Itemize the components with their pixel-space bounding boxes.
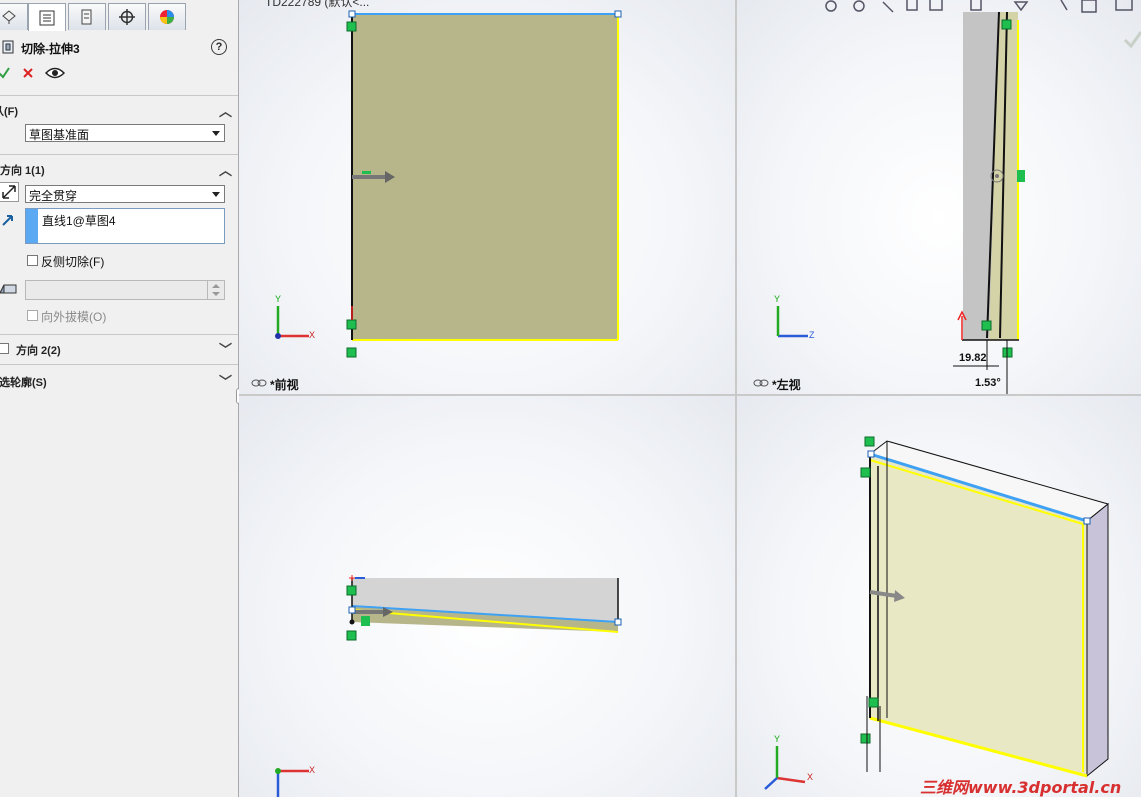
propertymanager-tab[interactable] [28, 3, 66, 31]
axis-x-label: X [309, 330, 316, 340]
axis-y-label: Y [275, 294, 282, 304]
draft-icon [0, 284, 17, 294]
link-views-icon[interactable] [753, 378, 769, 388]
draft-outward-checkbox[interactable] [27, 310, 38, 321]
expand-caret-icon[interactable]: ﹀ [219, 371, 232, 390]
selected-contours-label: 所选轮廓(S) [0, 377, 47, 389]
isometric-viewport[interactable]: X Y 三维网www.3dportal.cn [737, 396, 1141, 797]
end-condition-select[interactable]: 完全贯穿 [25, 185, 225, 203]
axis-x-label: X [309, 765, 316, 775]
feature-title-row: 切除-拉伸3 ? [0, 38, 238, 58]
spin-arrows-icon [212, 284, 220, 296]
dimension-angle[interactable]: 1.53° [975, 377, 1001, 389]
display-manager-tab[interactable] [148, 3, 186, 30]
divider [0, 364, 238, 365]
extrude-cut-icon [2, 40, 14, 54]
expand-caret-icon[interactable]: ﹀ [219, 339, 232, 358]
reverse-direction-button[interactable] [0, 182, 19, 202]
left-viewport[interactable]: 19.82 1.53° Z Y *左视 [737, 0, 1141, 394]
draft-angle-input[interactable] [25, 280, 225, 300]
start-condition-select[interactable]: 草图基准面 [25, 124, 225, 142]
color-wheel-icon [160, 10, 174, 24]
selected-contours-section-header[interactable]: 所选轮廓(S) ﹀ [0, 372, 238, 390]
direction2-section-header[interactable]: 方向 2(2) ﹀ [0, 340, 238, 358]
graphics-area[interactable]: TD222789 (默认<... X Y *前视 19.82 1.53° Z Y… [239, 0, 1141, 797]
help-icon[interactable]: ? [211, 39, 227, 55]
preview-eye-icon[interactable] [45, 66, 65, 80]
ok-checkmark-icon[interactable] [0, 66, 10, 80]
property-list-icon [39, 10, 55, 25]
feature-title: 切除-拉伸3 [21, 42, 80, 56]
front-viewport[interactable]: TD222789 (默认<... X Y *前视 [239, 0, 735, 394]
divider [0, 95, 238, 96]
axis-y-label: Y [774, 294, 781, 304]
reverse-direction-icon [2, 185, 16, 199]
end-condition-value: 完全贯穿 [29, 189, 78, 203]
viewport-splitter-vertical[interactable] [735, 0, 737, 797]
divider [0, 334, 238, 335]
collapse-caret-icon[interactable]: ︿ [219, 160, 232, 179]
left-view-graphics [776, 0, 1141, 394]
configurationmanager-tab[interactable] [68, 3, 106, 30]
flip-side-cut-label: 反侧切除(F) [41, 255, 105, 269]
flip-side-cut-checkbox[interactable] [27, 255, 38, 266]
from-section-header[interactable]: 从(F) ︿ [0, 101, 238, 119]
direction-selection-box[interactable]: 直线1@草图4 [25, 208, 225, 244]
divider [0, 154, 238, 155]
axis-z-label: Z [809, 330, 815, 340]
start-condition-value: 草图基准面 [29, 128, 90, 142]
direction2-checkbox[interactable] [0, 343, 9, 354]
spin-buttons[interactable] [207, 281, 224, 299]
draft-outward-label: 向外拔模(O) [41, 310, 107, 324]
featuremanager-tab[interactable] [0, 3, 28, 30]
property-manager-panel: 切除-拉伸3 ? 从(F) ︿ 草图基准面 方向 1(1) ︿ 完全贯穿 直线1… [0, 0, 244, 797]
axis-x-label: X [807, 772, 814, 782]
direction1-label: 方向 1(1) [0, 165, 45, 177]
view-label-front: *前视 [270, 378, 299, 392]
dimension-linear[interactable]: 19.82 [959, 352, 987, 364]
configuration-icon [81, 9, 92, 25]
direction1-section-header[interactable]: 方向 1(1) ︿ [0, 160, 238, 178]
iso-view-graphics [764, 436, 1110, 790]
top-viewport[interactable]: X [239, 396, 735, 797]
draft-button[interactable] [0, 279, 18, 299]
axis-y-label: Y [774, 734, 781, 744]
manager-tabs [0, 3, 220, 31]
viewport-splitter-horizontal[interactable] [239, 394, 1141, 396]
link-views-icon[interactable] [251, 378, 267, 388]
watermark: 三维网www.3dportal.cn [920, 778, 1122, 797]
direction-vector-icon [2, 215, 13, 226]
cancel-x-icon[interactable] [22, 67, 34, 79]
direction-selection-item: 直线1@草图4 [42, 214, 116, 228]
crosshair-icon [119, 9, 135, 25]
dropdown-arrow-icon [212, 192, 220, 197]
dimxpert-tab[interactable] [108, 3, 146, 30]
collapse-caret-icon[interactable]: ︿ [219, 101, 232, 120]
direction2-label: 方向 2(2) [16, 345, 61, 357]
from-section-label: 从(F) [0, 106, 19, 118]
top-view-graphics [275, 575, 622, 797]
dropdown-arrow-icon [212, 131, 220, 136]
feature-tree-icon [2, 10, 16, 24]
selection-color-bar [26, 209, 38, 243]
view-label-left: *左视 [772, 378, 801, 392]
